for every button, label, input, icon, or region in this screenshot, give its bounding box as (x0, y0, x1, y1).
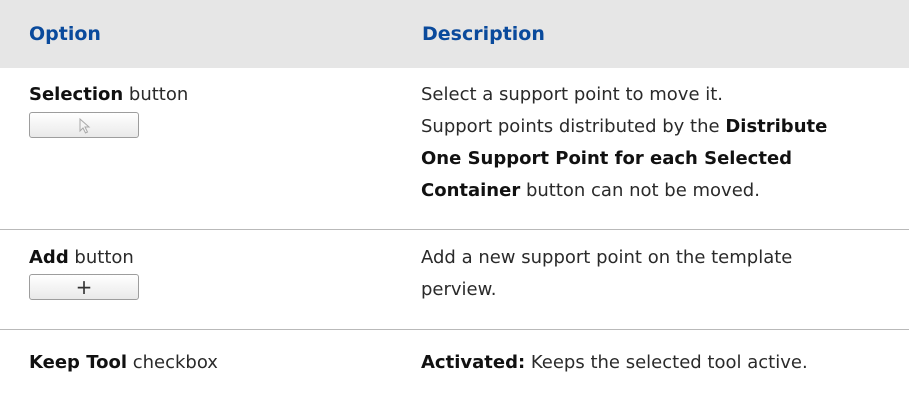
option-name: Add (29, 246, 69, 268)
option-label: Selection button (29, 79, 391, 111)
description-text: Support points distributed by the (421, 116, 726, 137)
description-line: perview. (421, 278, 497, 300)
option-cell: Add button + (0, 229, 391, 329)
table-header-row: Option Description (0, 0, 909, 68)
description-line: Support points distributed by the Distri… (421, 111, 889, 143)
option-label: Add button (29, 242, 391, 274)
option-type: button (68, 246, 134, 268)
description-cell: Add a new support point on the template … (391, 229, 909, 329)
plus-icon: + (75, 274, 93, 299)
description-line: One Support Point for each Selected (421, 143, 889, 175)
description-cell: Select a support point to move it. Suppo… (391, 68, 909, 229)
table-row: Keep Tool checkbox Activated: Keeps the … (0, 329, 909, 399)
arrow-icon (79, 118, 91, 134)
description-line: Add a new support point on the template (421, 246, 793, 268)
option-type: checkbox (127, 351, 218, 373)
description-line: Activated: Keeps the selected tool activ… (421, 347, 889, 379)
description-cell: Activated: Keeps the selected tool activ… (391, 329, 909, 399)
option-label: Keep Tool checkbox (29, 347, 391, 379)
table-row: Selection button Select a support point … (0, 68, 909, 229)
description-text: Keeps the selected tool active. (525, 351, 808, 373)
description-line: Select a support point to move it. (421, 84, 724, 105)
header-option: Option (29, 23, 101, 45)
description-bold: One Support Point for each Selected (421, 148, 793, 169)
option-type: button (123, 84, 189, 105)
description-bold: Container (421, 180, 521, 201)
description-bold: Distribute (725, 116, 828, 137)
header-description: Description (422, 23, 545, 45)
description-text: button can not be moved. (520, 180, 760, 201)
option-name: Keep Tool (29, 351, 127, 373)
options-table: Option Description Selection button Sele… (0, 0, 909, 399)
table-row: Add button + Add a new support point on … (0, 229, 909, 329)
option-cell: Selection button (0, 68, 391, 229)
option-name: Selection (29, 84, 124, 105)
add-button[interactable]: + (29, 273, 139, 300)
option-cell: Keep Tool checkbox (0, 329, 391, 399)
description-bold: Activated: (421, 351, 526, 373)
selection-button[interactable] (29, 112, 139, 138)
description-line: Container button can not be moved. (421, 175, 889, 207)
